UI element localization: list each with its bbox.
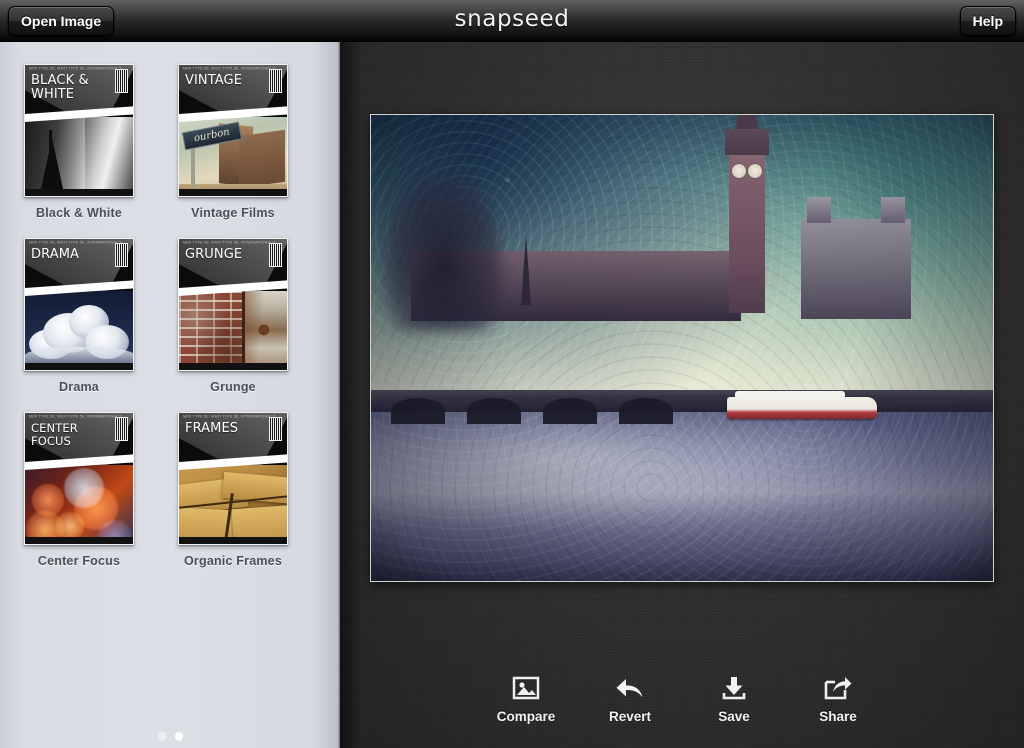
barcode-icon: [115, 417, 128, 441]
cover-footer-bar: [179, 363, 287, 370]
cover-footer-bar: [179, 189, 287, 196]
app-wordmark: snapseed: [454, 6, 570, 32]
cover-title: CENTER FOCUS: [31, 421, 78, 448]
filter-caption: Organic Frames: [184, 554, 282, 568]
filter-item-organic-frames[interactable]: MINI TYPE 5E, MAXI TYPE 5E, INTERNATIONA…: [178, 412, 288, 568]
cover-microtype: MINI TYPE 5E, MAXI TYPE 5E, INTERNATIONA…: [29, 241, 122, 246]
top-bar: Open Image snapseed Help: [0, 0, 1024, 42]
cover-footer-bar: [25, 537, 133, 544]
barcode-icon: [269, 243, 282, 267]
filter-thumbnail[interactable]: MINI TYPE 5E, MAXI TYPE 5E, INTERNATIONA…: [178, 412, 288, 545]
filter-thumbnail[interactable]: MINI TYPE 5E, MAXI TYPE 5E, INTERNATIONA…: [178, 238, 288, 371]
barcode-icon: [269, 417, 282, 441]
barcode-icon: [115, 69, 128, 93]
filter-item-vintage-films[interactable]: MINI TYPE 5E, MAXI TYPE 5E, INTERNATIONA…: [178, 64, 288, 220]
filter-caption: Center Focus: [37, 554, 121, 568]
filter-caption: Black & White: [36, 206, 122, 220]
filter-row: MINI TYPE 5E, MAXI TYPE 5E, INTERNATIONA…: [0, 238, 340, 394]
snapseed-window: Open Image snapseed Help MINI TYPE 5E, M…: [0, 0, 1024, 748]
victoria-tower-spire: [521, 235, 531, 305]
cover-title: BLACK & WHITE: [31, 73, 89, 102]
share-icon: [803, 671, 873, 705]
cover-microtype: MINI TYPE 5E, MAXI TYPE 5E, INTERNATIONA…: [29, 67, 122, 72]
filter-row: MINI TYPE 5E, MAXI TYPE 5E, INTERNATIONA…: [0, 412, 340, 568]
filter-item-drama[interactable]: MINI TYPE 5E, MAXI TYPE 5E, INTERNATIONA…: [24, 238, 134, 394]
share-label: Share: [819, 709, 857, 724]
filter-item-center-focus[interactable]: MINI TYPE 5E, MAXI TYPE 5E, INTERNATIONA…: [24, 412, 134, 568]
filter-thumbnail[interactable]: MINI TYPE 5E, MAXI TYPE 5E, INTERNATIONA…: [24, 64, 134, 197]
cover-photo: [25, 465, 133, 544]
cover-photo: [179, 291, 287, 370]
filter-thumbnail[interactable]: MINI TYPE 5E, MAXI TYPE 5E, INTERNATIONA…: [178, 64, 288, 197]
image-icon: [491, 671, 561, 705]
page-dot-2[interactable]: [174, 732, 183, 740]
cover-photo: [179, 465, 287, 544]
big-ben-clock-tower: [725, 115, 769, 313]
compare-label: Compare: [496, 709, 556, 724]
cover-photo: [25, 291, 133, 370]
help-button[interactable]: Help: [959, 6, 1016, 36]
cover-title: FRAMES: [185, 421, 239, 436]
cover-title: DRAMA: [31, 247, 80, 262]
river-boat: [727, 390, 877, 419]
page-indicator: [0, 732, 340, 740]
filter-thumbnail[interactable]: MINI TYPE 5E, MAXI TYPE 5E, INTERNATIONA…: [24, 412, 134, 545]
revert-label: Revert: [608, 709, 652, 724]
revert-button[interactable]: Revert: [595, 671, 665, 724]
action-toolbar: Compare Revert Save Share: [340, 671, 1024, 724]
filter-item-grunge[interactable]: MINI TYPE 5E, MAXI TYPE 5E, INTERNATIONA…: [178, 238, 288, 394]
filter-grid: MINI TYPE 5E, MAXI TYPE 5E, INTERNATIONA…: [0, 42, 340, 586]
cover-footer-bar: [179, 537, 287, 544]
filter-caption: Drama: [59, 380, 99, 394]
art-eiffel-tower: [25, 117, 133, 196]
cover-microtype: MINI TYPE 5E, MAXI TYPE 5E, INTERNATIONA…: [183, 67, 276, 72]
blurred-foreground-tower: [383, 171, 503, 331]
cover-photo: [25, 117, 133, 196]
filter-caption: Grunge: [210, 380, 256, 394]
art-torn-paper: [179, 465, 287, 544]
cover-microtype: MINI TYPE 5E, MAXI TYPE 5E, INTERNATIONA…: [183, 415, 276, 420]
cover-microtype: MINI TYPE 5E, MAXI TYPE 5E, INTERNATIONA…: [183, 241, 276, 246]
compare-button[interactable]: Compare: [491, 671, 561, 724]
westminster-abbey: [801, 197, 911, 319]
editor-canvas: [340, 42, 1024, 748]
save-label: Save: [718, 709, 750, 724]
cover-title: VINTAGE: [185, 73, 243, 88]
undo-arrow-icon: [595, 671, 665, 705]
cover-title: GRUNGE: [185, 247, 243, 262]
download-icon: [699, 671, 769, 705]
cover-footer-bar: [25, 363, 133, 370]
filters-sidebar: MINI TYPE 5E, MAXI TYPE 5E, INTERNATIONA…: [0, 42, 340, 748]
barcode-icon: [115, 243, 128, 267]
cover-photo: ourbon: [179, 117, 287, 196]
filter-thumbnail[interactable]: MINI TYPE 5E, MAXI TYPE 5E, INTERNATIONA…: [24, 238, 134, 371]
share-button[interactable]: Share: [803, 671, 873, 724]
help-label: Help: [972, 13, 1003, 29]
art-brick-wall: [179, 291, 287, 370]
westminster-bridge: [371, 389, 993, 424]
cover-footer-bar: [25, 189, 133, 196]
art-retro-street: ourbon: [179, 117, 287, 196]
save-button[interactable]: Save: [699, 671, 769, 724]
filter-caption: Vintage Films: [191, 206, 275, 220]
art-clouds: [25, 291, 133, 370]
art-bokeh: [25, 465, 133, 544]
filter-item-black-and-white[interactable]: MINI TYPE 5E, MAXI TYPE 5E, INTERNATIONA…: [24, 64, 134, 220]
edited-photo[interactable]: [370, 114, 994, 582]
cover-microtype: MINI TYPE 5E, MAXI TYPE 5E, INTERNATIONA…: [29, 415, 122, 420]
page-dot-1[interactable]: [157, 732, 166, 740]
filter-row: MINI TYPE 5E, MAXI TYPE 5E, INTERNATIONA…: [0, 64, 340, 220]
barcode-icon: [269, 69, 282, 93]
